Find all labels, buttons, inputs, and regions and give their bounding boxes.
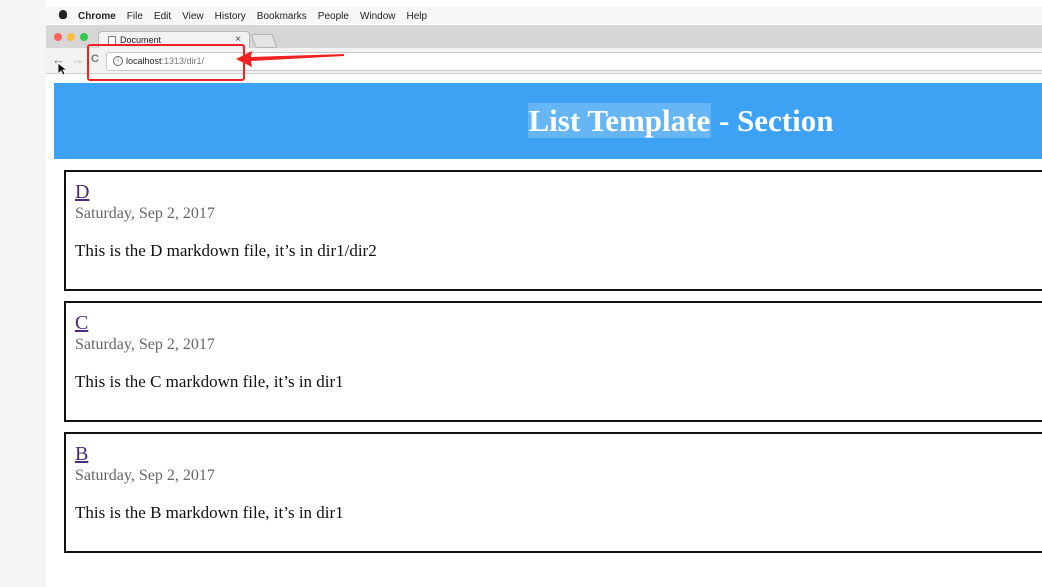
menu-bar: Chrome File Edit View History Bookmarks … [46, 7, 1042, 26]
menu-view[interactable]: View [182, 11, 204, 22]
zoom-window-button[interactable] [80, 33, 88, 41]
post-date: Saturday, Sep 2, 2017 [75, 336, 215, 353]
menu-window[interactable]: Window [360, 11, 396, 22]
menu-file[interactable]: File [127, 11, 143, 22]
page-title-highlighted: List Template [527, 103, 712, 138]
forward-arrow-icon[interactable]: → [71, 52, 84, 67]
menu-history[interactable]: History [215, 11, 246, 22]
annotation-highlight-box [87, 44, 245, 81]
post-card: C Saturday, Sep 2, 2017 This is the C ma… [64, 301, 1042, 422]
post-summary: This is the D markdown file, it’s in dir… [75, 241, 377, 260]
left-margin [0, 0, 46, 587]
window-controls [54, 33, 88, 41]
annotation-arrow [236, 51, 344, 67]
post-title-link[interactable]: B [75, 443, 88, 466]
menu-edit[interactable]: Edit [154, 11, 171, 22]
post-date: Saturday, Sep 2, 2017 [75, 467, 215, 484]
post-title-link[interactable]: C [75, 312, 88, 335]
post-date: Saturday, Sep 2, 2017 [75, 205, 215, 222]
new-tab-button[interactable] [250, 34, 278, 48]
menu-bookmarks[interactable]: Bookmarks [257, 11, 307, 22]
post-card: D Saturday, Sep 2, 2017 This is the D ma… [64, 170, 1042, 291]
post-summary: This is the B markdown file, it’s in dir… [75, 503, 344, 522]
page-header: List Template - Section [54, 83, 1042, 159]
menu-people[interactable]: People [318, 11, 349, 22]
menu-help[interactable]: Help [407, 11, 428, 22]
post-title-link[interactable]: D [75, 181, 89, 204]
mouse-cursor-icon [57, 62, 67, 76]
close-window-button[interactable] [54, 33, 62, 41]
post-summary: This is the C markdown file, it’s in dir… [75, 372, 344, 391]
minimize-window-button[interactable] [67, 33, 75, 41]
apple-icon[interactable] [59, 10, 67, 22]
page-title: List Template - Section [54, 103, 1042, 139]
page-title-rest: - Section [711, 103, 834, 138]
post-card: B Saturday, Sep 2, 2017 This is the B ma… [64, 432, 1042, 553]
menu-app-name[interactable]: Chrome [78, 11, 116, 22]
